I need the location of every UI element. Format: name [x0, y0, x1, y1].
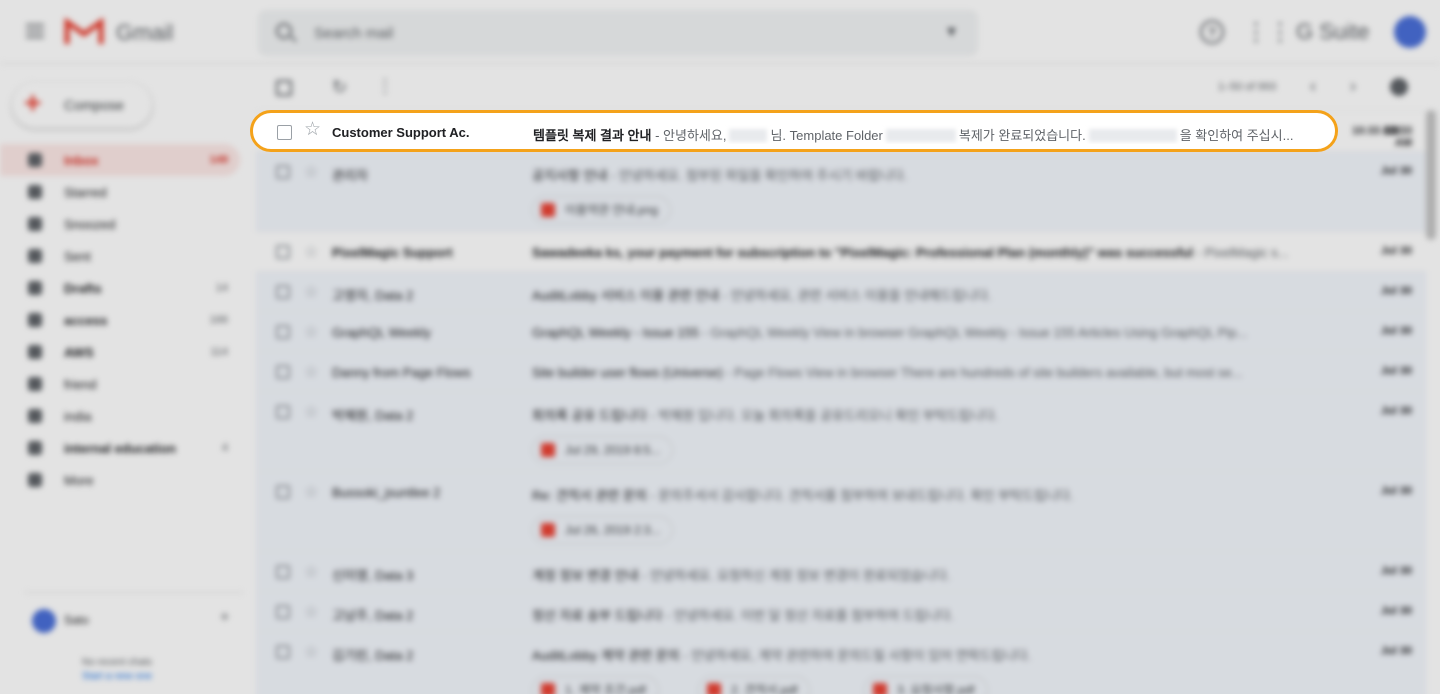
- redacted-name: [729, 129, 768, 142]
- email-preview: 템플릿 복제 결과 안내 - 안녕하세요, 님. Template Folder 복…: [533, 125, 1318, 144]
- email-dash: -: [651, 128, 664, 143]
- highlighted-email-date: 10:33 AM: [1352, 125, 1400, 137]
- email-checkbox[interactable]: [277, 125, 292, 140]
- email-snippet-greeting: 안녕하세요,: [663, 128, 727, 143]
- redacted-target: [1088, 129, 1177, 142]
- email-subject: 템플릿 복제 결과 안내: [533, 128, 652, 143]
- email-snippet-folder: 님. Template Folder: [770, 128, 883, 143]
- dim-overlay: [0, 0, 1440, 694]
- email-snippet-complete: 복제가 완료되었습니다.: [958, 128, 1086, 143]
- redacted-folder: [885, 129, 956, 142]
- highlighted-email-row[interactable]: ☆ Customer Support Ac. 템플릿 복제 결과 안내 - 안녕…: [250, 110, 1338, 152]
- email-sender: Customer Support Ac.: [332, 125, 470, 140]
- star-icon[interactable]: ☆: [304, 120, 321, 140]
- email-snippet-confirm: 을 확인하여 주십시...: [1179, 128, 1294, 143]
